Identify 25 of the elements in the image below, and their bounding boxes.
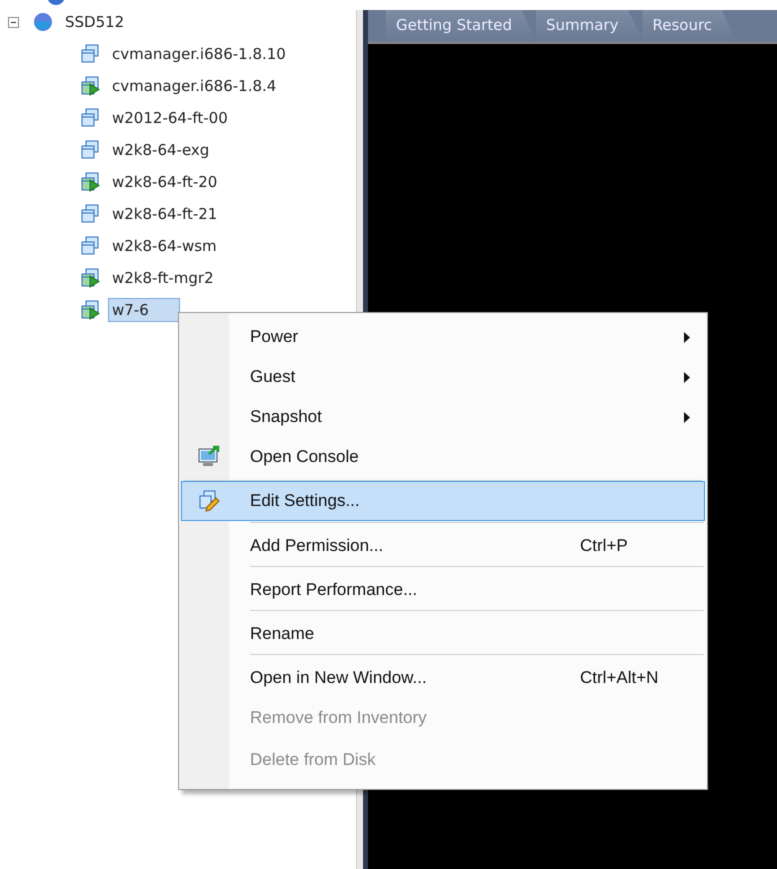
collapse-toggle[interactable] (8, 16, 19, 28)
shortcut-text: Ctrl+Alt+N (580, 668, 658, 688)
submenu-arrow-icon (684, 372, 690, 382)
menu-item[interactable]: Power (181, 317, 705, 357)
tree-item[interactable]: cvmanager.i686-1.8.4 (108, 74, 280, 98)
vm-pencil-icon (197, 489, 221, 513)
menu-item[interactable]: Open Console (181, 437, 705, 477)
datastore-icon (33, 12, 53, 32)
submenu-arrow-icon (684, 332, 690, 342)
tree-item[interactable]: w2k8-64-wsm (108, 234, 221, 258)
shortcut-text: Ctrl+P (580, 536, 628, 556)
monitor-icon (197, 445, 221, 469)
menu-item[interactable]: Guest (181, 357, 705, 397)
submenu-arrow-icon (684, 412, 690, 422)
tree-item[interactable]: w2012-64-ft-00 (108, 106, 232, 130)
tree-item[interactable]: w2k8-64-ft-20 (108, 170, 222, 194)
tree-item[interactable]: w2k8-64-ft-21 (108, 202, 222, 226)
tree-item[interactable]: SSD512 (61, 10, 128, 34)
tree-item[interactable]: w2k8-64-exg (108, 138, 214, 162)
tree-item[interactable]: cvmanager.i686-1.8.10 (108, 42, 290, 66)
tree-item[interactable]: w2k8-ft-mgr2 (108, 266, 218, 290)
menu-item[interactable]: Edit Settings... (181, 481, 705, 521)
tree-item[interactable]: w7-6 (108, 298, 180, 322)
menu-item[interactable]: Snapshot (181, 397, 705, 437)
datastore-icon (46, 0, 66, 6)
